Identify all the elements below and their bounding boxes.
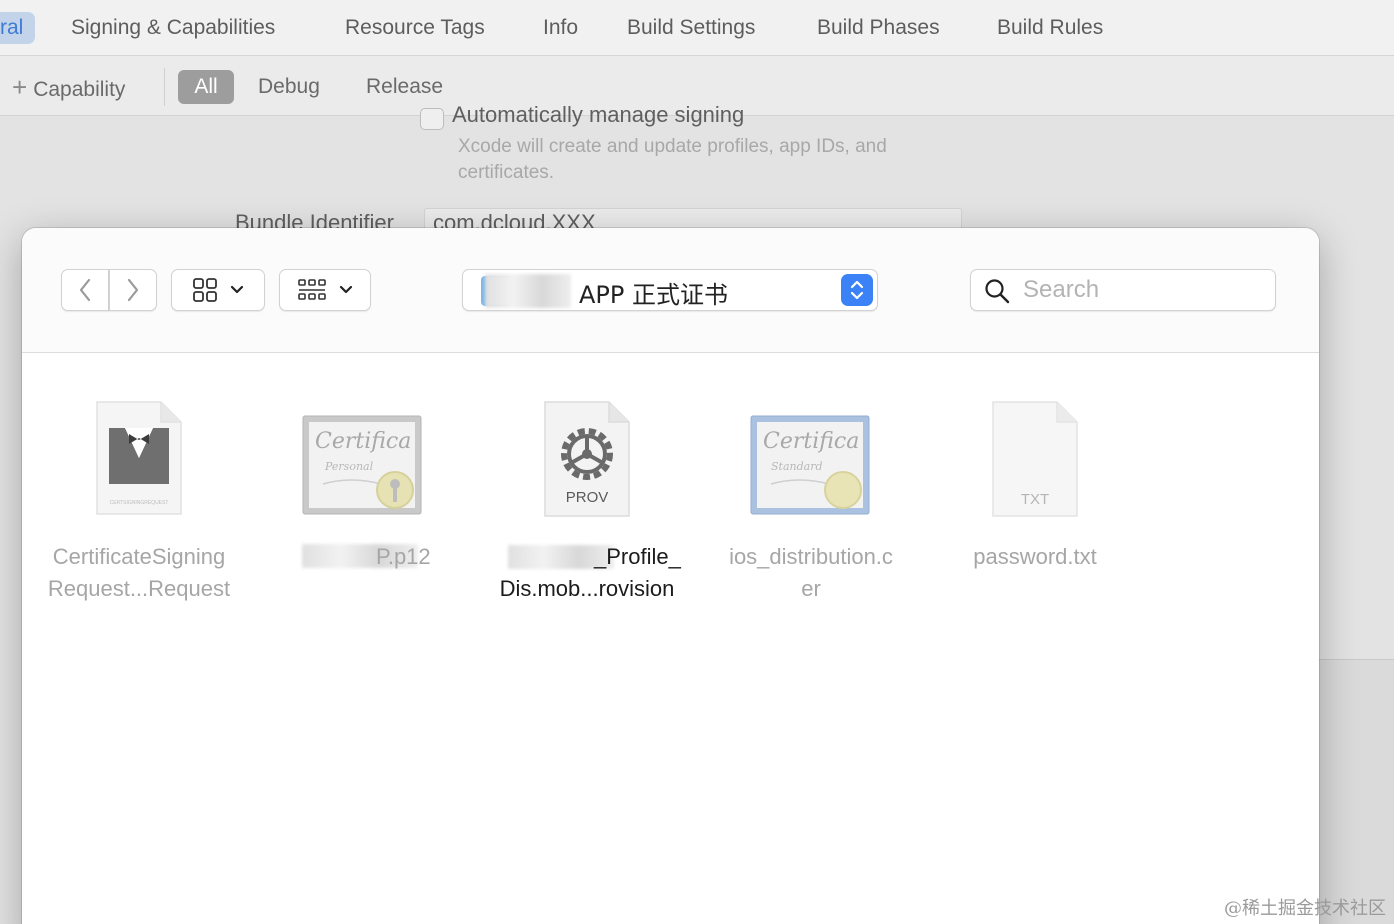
tab-general[interactable]: ral (0, 12, 36, 44)
segment-all[interactable]: All (178, 70, 234, 104)
watermark: @稀土掘金技术社区 (1224, 898, 1386, 919)
file-item[interactable]: TXT password.txt (930, 400, 1140, 610)
file-name-line1: CertificateSigning (52, 544, 226, 569)
svg-text:Certifica: Certifica (315, 429, 411, 454)
file-item[interactable]: Certifica Personal P.p12 (258, 400, 468, 610)
folder-location-popup[interactable]: APP 正式证书 (462, 269, 878, 311)
tab-resource-tags[interactable]: Resource Tags (345, 12, 485, 44)
file-name-line2: er (801, 576, 821, 601)
file-name-line2: Request...Request (47, 576, 231, 601)
file-name-line1: P.p12 (376, 544, 431, 569)
file-name-line1: _Profile_ (594, 544, 681, 569)
tab-signing-capabilities[interactable]: Signing & Capabilities (71, 12, 275, 44)
file-name-line1: password.txt (973, 544, 1097, 569)
file-item[interactable]: CERTSIGNINGREQUEST CertificateSigning Re… (34, 400, 244, 610)
file-name-line1: ios_distribution.c (729, 544, 893, 569)
chevron-right-icon (127, 278, 139, 302)
file-name: ios_distribution.c er (706, 541, 916, 605)
auto-signing-description: Xcode will create and update profiles, a… (458, 136, 887, 183)
svg-text:Personal: Personal (324, 460, 374, 473)
tab-build-settings[interactable]: Build Settings (627, 12, 755, 44)
auto-signing-checkbox[interactable] (420, 108, 444, 130)
background-panel (1318, 659, 1394, 924)
svg-text:TXT: TXT (1021, 491, 1049, 508)
popup-stepper-icon (841, 274, 873, 306)
file-item[interactable]: PROV _Profile_ Dis.mob...rovision (482, 400, 692, 610)
file-open-dialog: APP 正式证书 CERTSIGNINGREQUEST CertificateS… (22, 228, 1319, 924)
file-name: CertificateSigning Request...Request (34, 541, 244, 605)
file-name: password.txt (930, 541, 1140, 573)
icon-view-grid-icon (193, 278, 217, 302)
tab-info[interactable]: Info (543, 12, 578, 44)
dialog-toolbar: APP 正式证书 (22, 228, 1319, 353)
forward-button[interactable] (109, 269, 157, 311)
chevron-left-icon (79, 278, 91, 302)
standard-certificate-icon: Certifica Standard (750, 415, 870, 515)
tab-build-phases[interactable]: Build Phases (817, 12, 940, 44)
search-field[interactable] (970, 269, 1276, 311)
segment-release[interactable]: Release (366, 70, 443, 104)
back-button[interactable] (61, 269, 109, 311)
personal-certificate-icon: Certifica Personal (302, 415, 422, 515)
svg-text:PROV: PROV (566, 489, 609, 506)
provisioning-profile-icon: PROV (544, 401, 630, 517)
view-mode-button[interactable] (171, 269, 265, 311)
folder-name: APP 正式证书 (579, 281, 728, 309)
add-capability-button[interactable]: + Capability (12, 70, 125, 104)
text-file-icon: TXT (992, 401, 1078, 517)
group-by-button[interactable] (279, 269, 371, 311)
tab-build-rules[interactable]: Build Rules (997, 12, 1103, 44)
search-input[interactable] (1023, 270, 1263, 310)
segment-debug[interactable]: Debug (258, 70, 320, 104)
file-name: _Profile_ Dis.mob...rovision (482, 541, 692, 605)
divider (164, 68, 165, 106)
chevron-down-icon (339, 285, 353, 294)
svg-text:CERTSIGNINGREQUEST: CERTSIGNINGREQUEST (110, 500, 169, 506)
group-grid-icon (298, 279, 326, 300)
certificate-request-icon: CERTSIGNINGREQUEST (96, 401, 182, 515)
chevron-down-icon (230, 285, 244, 294)
svg-text:Standard: Standard (771, 460, 823, 473)
redacted-text (485, 274, 571, 308)
add-capability-label: Capability (33, 78, 126, 101)
file-item[interactable]: Certifica Standard ios_distribution.c er (706, 400, 916, 610)
svg-text:Certifica: Certifica (763, 429, 859, 454)
search-icon (985, 279, 1010, 304)
file-name: P.p12 (258, 541, 468, 573)
auto-signing-label: Automatically manage signing (452, 102, 745, 127)
xcode-editor-tabs: ral Signing & Capabilities Resource Tags… (0, 0, 1394, 56)
file-name-line2: Dis.mob...rovision (499, 576, 675, 601)
plus-icon: + (12, 72, 28, 102)
